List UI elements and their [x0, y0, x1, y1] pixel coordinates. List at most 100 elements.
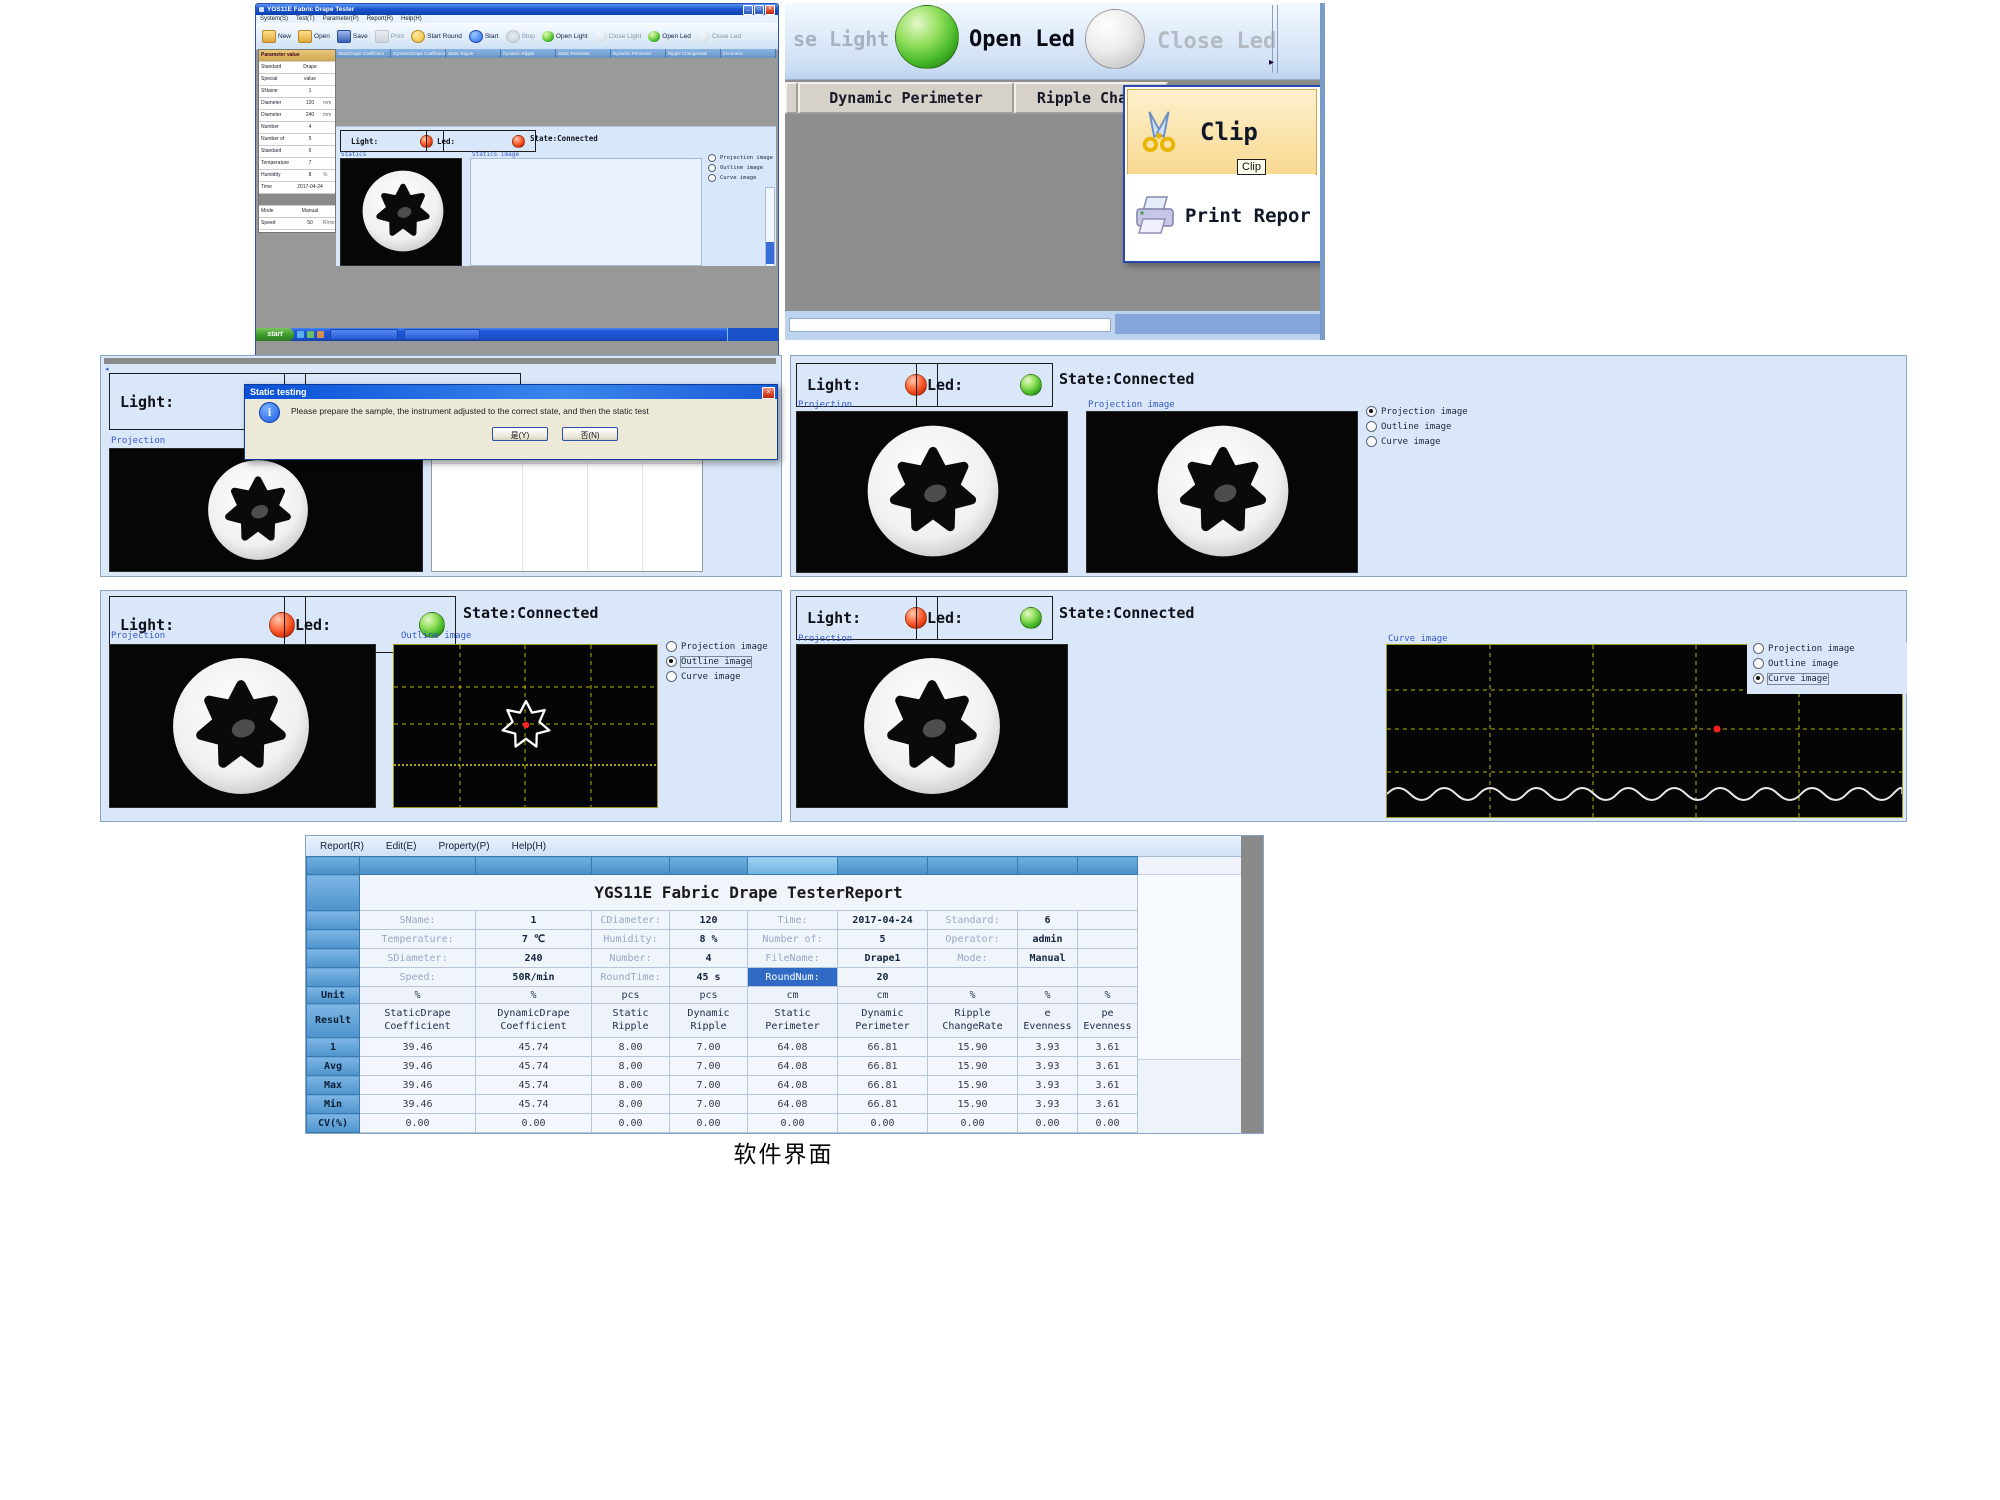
radio-projection-image[interactable]: Projection image	[666, 641, 768, 652]
toolbar-icon	[298, 30, 312, 43]
print-report-menu-label: Print Repor	[1185, 205, 1311, 227]
start-button[interactable]: start	[256, 328, 294, 341]
gray-area	[336, 266, 776, 328]
maximize-button[interactable]: □	[754, 5, 764, 15]
parameter-row[interactable]	[259, 194, 335, 206]
parameter-row[interactable]: RoundTime 45 s	[259, 230, 335, 233]
parameter-row[interactable]: Humidity 8 %	[259, 170, 335, 182]
radio-option[interactable]: Projection image	[708, 154, 773, 162]
radio-curve-image[interactable]: Curve image	[1366, 436, 1468, 447]
outline-view-panel: Light: Led: State:Connected Projection O…	[100, 590, 782, 822]
close-button[interactable]: ×	[765, 5, 775, 15]
parameter-row[interactable]: Standard Drape	[259, 62, 335, 74]
column-header[interactable]: StaticDrape Coefficient	[336, 49, 391, 58]
toolbar-button[interactable]: Open	[295, 29, 333, 44]
open-led-button[interactable]: Open Led	[969, 27, 1075, 52]
scroll-left-icon[interactable]: ◂	[105, 365, 109, 373]
toolbar-button[interactable]: Print	[372, 29, 407, 44]
toolbar-button[interactable]: Open Light	[539, 30, 591, 43]
radio-option[interactable]: Outline image	[708, 164, 773, 172]
outline-image	[393, 644, 658, 808]
toolbar-button[interactable]: Start	[466, 29, 502, 44]
quicklaunch-icon[interactable]	[307, 331, 314, 338]
column-header[interactable]: Dynamic Perimeter	[611, 49, 666, 58]
toolbar-label: Close Led	[712, 33, 741, 40]
radio-outline-image[interactable]: Outline image	[666, 656, 768, 667]
chevron-right-icon[interactable]: ▸	[1269, 57, 1274, 68]
parameter-row[interactable]: SName 1	[259, 86, 335, 98]
menu-item[interactable]: Parameter(P)	[323, 16, 359, 22]
no-button[interactable]: 否(N)	[562, 427, 618, 441]
scrollbar-thumb[interactable]	[766, 242, 774, 264]
column-header[interactable]: Ripple ChangeRate	[666, 49, 721, 58]
close-light-button-fragment[interactable]: se Light	[793, 27, 889, 51]
toolbar-button[interactable]: New	[259, 29, 294, 44]
column-header[interactable]: Static Perimeter	[556, 49, 611, 58]
menu-item[interactable]: Help(H)	[401, 16, 422, 22]
state-text: State:Connected	[530, 134, 598, 143]
toolbar-button[interactable]: Stop	[503, 29, 538, 44]
menu-item[interactable]: Report(R)	[367, 16, 393, 22]
app-titlebar[interactable]: YGS11E Fabric Drape Tester _ □ ×	[256, 4, 778, 15]
radio-curve-image[interactable]: Curve image	[666, 671, 768, 682]
task-button[interactable]	[330, 329, 398, 340]
yes-button[interactable]: 是(Y)	[492, 427, 548, 441]
top-gray-bar	[104, 358, 776, 364]
vertical-scrollbar[interactable]	[765, 187, 775, 267]
menu-item[interactable]: System(S)	[260, 16, 288, 22]
parameter-row[interactable]: Speed 50 R/min	[259, 218, 335, 230]
projection-label: Projection	[111, 436, 165, 446]
led-status-orb	[1020, 607, 1042, 629]
horizontal-scrollbar[interactable]	[789, 318, 1111, 332]
printer-icon	[1131, 193, 1179, 239]
menu-report[interactable]: Report(R)	[320, 841, 364, 852]
quicklaunch-icon[interactable]	[297, 331, 304, 338]
radio-curve-image[interactable]: Curve image	[1753, 673, 1855, 684]
parameter-row[interactable]: Number of 5	[259, 134, 335, 146]
toolbar-button[interactable]: Open Led	[645, 30, 694, 43]
light-label: Light:	[351, 137, 378, 146]
parameter-row[interactable]: Diameter 240 mm	[259, 110, 335, 122]
parameter-row[interactable]: Temperature 7	[259, 158, 335, 170]
radio-projection-image[interactable]: Projection image	[1366, 406, 1468, 417]
toolbar-button[interactable]: Start Round	[408, 29, 465, 44]
dialog-close-icon[interactable]: ×	[762, 387, 775, 399]
context-menu-item-clip[interactable]: Clip	[1127, 89, 1317, 175]
column-header[interactable]: Evenness	[721, 49, 776, 58]
close-led-button[interactable]: Close Led	[1157, 29, 1276, 54]
parameter-row[interactable]: Number 4	[259, 122, 335, 134]
parameter-row[interactable]: Special value	[259, 74, 335, 86]
radio-option[interactable]: Curve image	[708, 174, 773, 182]
column-header[interactable]: Dynamic Ripple	[501, 49, 556, 58]
minimize-button[interactable]: _	[743, 5, 753, 15]
column-header[interactable]: DynamicDrape Coefficient	[391, 49, 446, 58]
open-led-orb-icon[interactable]	[895, 5, 959, 69]
radio-outline-image[interactable]: Outline image	[1366, 421, 1468, 432]
toolbar-button[interactable]: Save	[334, 29, 371, 44]
quicklaunch-icon[interactable]	[317, 331, 324, 338]
toolbar-icon	[411, 30, 425, 43]
toolbar-button[interactable]: Close Light	[592, 30, 645, 43]
menu-edit[interactable]: Edit(E)	[386, 841, 417, 852]
context-menu-item-print-report[interactable]: Print Repor	[1127, 174, 1315, 258]
close-led-orb-icon[interactable]	[1085, 9, 1145, 69]
menu-help[interactable]: Help(H)	[512, 841, 546, 852]
toolbar-button[interactable]: Close Led	[695, 30, 744, 43]
task-button[interactable]	[404, 329, 480, 340]
menu-property[interactable]: Property(P)	[438, 841, 489, 852]
toolbar-label: Print	[391, 33, 404, 40]
radio-icon	[708, 164, 716, 172]
parameter-row[interactable]: Standard 6	[259, 146, 335, 158]
dialog-titlebar[interactable]: Static testing	[245, 385, 777, 399]
column-header[interactable]: Static Ripple	[446, 49, 501, 58]
parameter-row[interactable]: Time 2017-04-24	[259, 182, 335, 194]
radio-icon	[1366, 421, 1377, 432]
roundnum-highlighted-cell[interactable]: RoundNum:	[748, 968, 838, 987]
radio-outline-image[interactable]: Outline image	[1753, 658, 1855, 669]
menu-item[interactable]: Test(T)	[296, 16, 315, 22]
parameter-row[interactable]: Mode Manual	[259, 206, 335, 218]
field-row: SDiameter:240 Number:4 FileName:Drape1 M…	[307, 949, 1138, 968]
radio-projection-image[interactable]: Projection image	[1753, 643, 1855, 654]
grid-header-dynamic-perimeter[interactable]: Dynamic Perimeter	[798, 82, 1014, 114]
parameter-row[interactable]: Diameter 120 mm	[259, 98, 335, 110]
